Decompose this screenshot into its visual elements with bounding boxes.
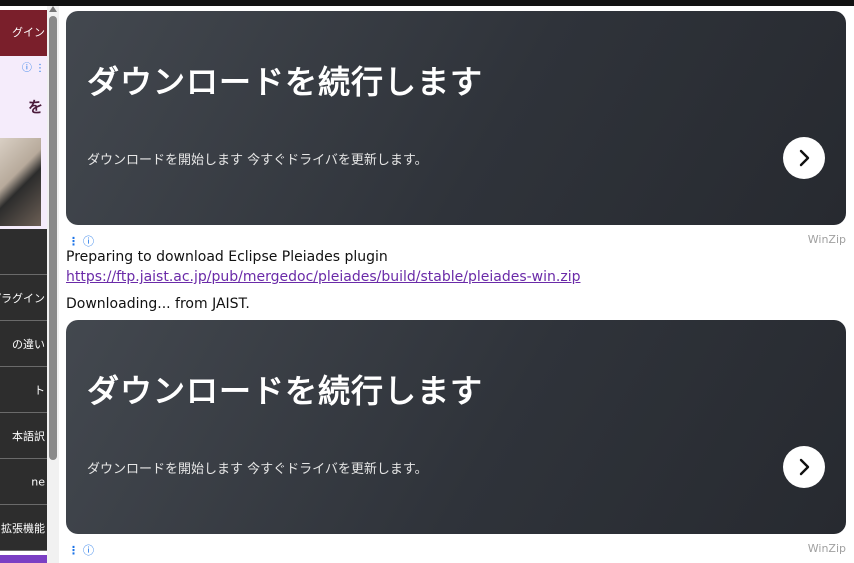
sidebar-item-3[interactable]: ト	[0, 367, 47, 413]
ad-info-icon[interactable]: ⓘ	[83, 235, 94, 248]
sidebar-menu: プラグイン の違い ト 本語訳 ne 拡張機能	[0, 229, 47, 551]
scroll-thumb[interactable]	[49, 16, 57, 460]
sidebar-item-5[interactable]: ne	[0, 459, 47, 505]
preparing-text: Preparing to download Eclipse Pleiades p…	[66, 249, 388, 265]
sidebar-ad-text: を	[27, 98, 43, 116]
ad-card-1[interactable]: ダウンロードを続行します ダウンロードを開始します 今すぐドライバを更新します。	[66, 11, 846, 225]
sidebar-banner-label: グイン	[12, 26, 45, 39]
sidebar-footer-block	[0, 555, 47, 563]
sidebar-ad-image	[0, 138, 41, 226]
sidebar-item-1[interactable]: プラグイン	[0, 275, 47, 321]
scroll-up-arrow-icon[interactable]	[49, 6, 57, 12]
sidebar-ad[interactable]: ⓘ ⋮ を	[0, 56, 47, 239]
ad-next-button[interactable]	[783, 137, 825, 179]
sidebar-item-2[interactable]: の違い	[0, 321, 47, 367]
sidebar-ad-info-icon[interactable]: ⓘ ⋮	[22, 59, 45, 74]
ad-advertiser-label: WinZip	[807, 542, 846, 555]
ad-menu-icon[interactable]: ⋮	[68, 544, 79, 557]
ad-advertiser-label: WinZip	[807, 233, 846, 246]
ad-choices-1[interactable]: ⋮ ⓘ	[68, 233, 94, 249]
sidebar-item-6[interactable]: 拡張機能	[0, 505, 47, 551]
sidebar-item-4[interactable]: 本語訳	[0, 413, 47, 459]
ad-title: ダウンロードを続行します	[87, 63, 484, 101]
chevron-right-icon	[799, 149, 810, 167]
ad-choices-2[interactable]: ⋮ ⓘ	[68, 542, 94, 558]
chevron-right-icon	[799, 458, 810, 476]
sidebar-banner[interactable]: グイン	[0, 10, 47, 56]
ad-subtitle: ダウンロードを開始します 今すぐドライバを更新します。	[87, 462, 428, 477]
downloading-text: Downloading... from JAIST.	[66, 296, 250, 312]
ad-menu-icon[interactable]: ⋮	[68, 235, 79, 248]
sidebar-item-0[interactable]	[0, 229, 47, 275]
sidebar-scrollbar[interactable]	[47, 6, 59, 563]
ad-info-icon[interactable]: ⓘ	[83, 544, 94, 557]
ad-card-2[interactable]: ダウンロードを続行します ダウンロードを開始します 今すぐドライバを更新します。	[66, 320, 846, 534]
ad-next-button[interactable]	[783, 446, 825, 488]
download-link[interactable]: https://ftp.jaist.ac.jp/pub/mergedoc/ple…	[66, 269, 580, 285]
ad-subtitle: ダウンロードを開始します 今すぐドライバを更新します。	[87, 153, 428, 168]
ad-title: ダウンロードを続行します	[87, 372, 484, 410]
window-top-strip	[0, 0, 854, 6]
sidebar: グイン ⓘ ⋮ を プラグイン の違い ト 本語訳 ne 拡張機能	[0, 10, 47, 563]
